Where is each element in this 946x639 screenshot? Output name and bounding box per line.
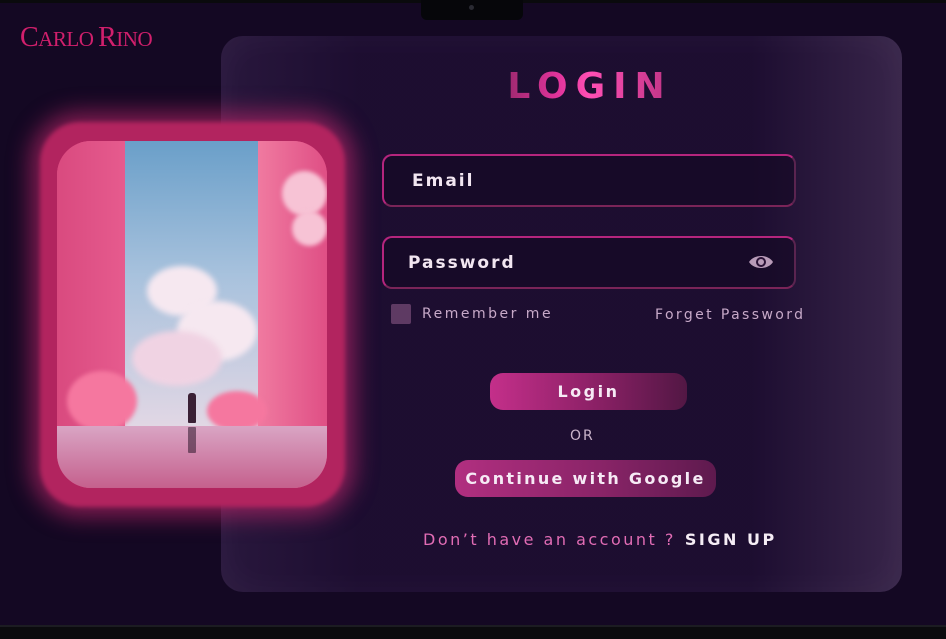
no-account-text: Don’t have an account ? (423, 530, 676, 549)
image-cloud (132, 331, 222, 386)
remember-me-label[interactable]: Remember me (422, 306, 553, 322)
forget-password-link[interactable]: Forget Password (655, 307, 805, 323)
remember-me-checkbox[interactable] (391, 304, 411, 324)
window-bottom-bar (0, 625, 946, 639)
image-blossom (292, 211, 327, 246)
eye-icon[interactable] (748, 253, 774, 271)
email-field[interactable] (384, 156, 794, 205)
remember-me: Remember me (391, 304, 553, 324)
camera-dot (469, 5, 474, 10)
password-field-wrapper (382, 236, 796, 289)
login-title: LOGIN (480, 66, 700, 107)
image-blossom (207, 391, 267, 431)
login-button[interactable]: Login (490, 373, 687, 410)
brand-logo: CARLO RINO (20, 22, 153, 53)
camera-notch (421, 0, 523, 20)
image-blossom (282, 171, 327, 216)
email-field-wrapper (382, 154, 796, 207)
password-field[interactable] (384, 238, 794, 287)
image-figure (188, 393, 196, 423)
hero-image (57, 141, 327, 488)
signup-link[interactable]: SIGN UP (685, 530, 777, 549)
image-blossom (67, 371, 137, 431)
or-divider: OR (570, 428, 595, 444)
signup-row: Don’t have an account ? SIGN UP (423, 530, 777, 549)
google-login-button[interactable]: Continue with Google (455, 460, 716, 497)
image-figure-reflection (188, 427, 196, 453)
